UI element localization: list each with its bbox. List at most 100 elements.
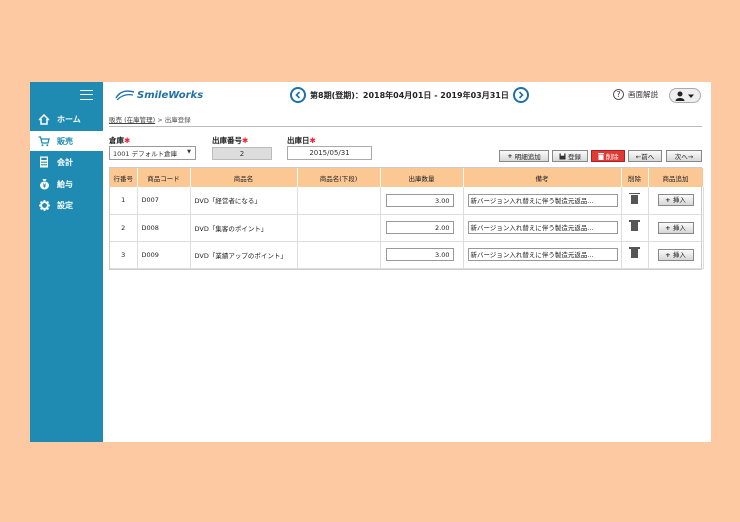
user-menu-button[interactable] <box>669 88 701 103</box>
home-icon <box>38 113 50 125</box>
help-link[interactable]: ? 画面解説 <box>613 89 658 100</box>
header: SmileWorks 第8期(登期)：2018年04月01日 - 2019年03… <box>103 82 711 109</box>
delete-button[interactable]: 削除 <box>591 150 625 162</box>
sidebar-item-settings[interactable]: 設定 <box>30 195 103 215</box>
sidebar-item-accounting[interactable]: 会計 <box>30 152 103 172</box>
shipment-lines-table: 行番号 商品コード 商品名 商品名(下段) 出庫数量 備考 削除 商品追加 1 … <box>109 167 704 270</box>
delete-cell <box>621 241 649 269</box>
note-input[interactable]: 新バージョン入れ替えに伴う製造元返品... <box>467 248 618 261</box>
next-button[interactable]: 次へ→ <box>666 150 702 162</box>
add-line-button[interactable]: + 明細追加 <box>499 150 549 162</box>
calculator-icon <box>38 156 50 168</box>
required-mark: ✱ <box>242 136 249 145</box>
product-code: D007 <box>137 187 191 215</box>
note-input[interactable]: 新バージョン入れ替えに伴う製造元返品... <box>467 221 618 234</box>
trash-icon[interactable] <box>629 247 640 258</box>
insert-button[interactable]: + 挿入 <box>657 248 694 261</box>
money-bag-icon: ¥ <box>38 178 50 190</box>
shipment-number-field: 2 <box>212 147 272 160</box>
product-name-sub <box>297 241 381 269</box>
sidebar-item-label: 設定 <box>57 200 73 210</box>
warehouse-label-text: 倉庫 <box>109 136 124 145</box>
note-cell: 新バージョン入れ替えに伴う製造元返品... <box>463 214 622 242</box>
insert-cell: + 挿入 <box>648 214 704 242</box>
quantity-input[interactable]: 3.00 <box>385 193 454 207</box>
user-icon <box>675 91 694 101</box>
breadcrumb-link[interactable]: 販売 (在庫管理) <box>109 116 155 124</box>
cart-icon <box>38 135 50 147</box>
column-header: 商品名 <box>190 168 298 187</box>
row-number: 1 <box>110 187 138 215</box>
trash-icon[interactable] <box>629 220 640 231</box>
insert-button[interactable]: + 挿入 <box>657 194 694 207</box>
note-input[interactable]: 新バージョン入れ替えに伴う製造元返品... <box>467 193 618 207</box>
sidebar-item-payroll[interactable]: ¥ 給与 <box>30 174 103 194</box>
smileworks-logo[interactable]: SmileWorks <box>115 89 203 101</box>
shipno-label: 出庫番号✱ <box>212 135 248 146</box>
sidebar-item-home[interactable]: ホーム <box>30 109 103 129</box>
quantity-input[interactable]: 3.00 <box>385 248 454 261</box>
warehouse-value: 1001 デフォルト倉庫 <box>113 150 178 158</box>
plus-icon: + <box>507 152 513 160</box>
table-row: 2 D008 DVD「集客のポイント」 2.00 新バージョン入れ替えに伴う製造… <box>110 214 704 242</box>
prev-period-button[interactable] <box>290 87 306 103</box>
insert-cell: + 挿入 <box>648 241 704 269</box>
fiscal-period-nav: 第8期(登期)：2018年04月01日 - 2019年03月31日 <box>290 87 529 103</box>
insert-label: 挿入 <box>672 250 686 259</box>
help-label: 画面解説 <box>628 90 658 99</box>
menu-toggle-icon[interactable] <box>80 90 93 100</box>
divider <box>109 126 702 127</box>
ship-date-field[interactable]: 2015/05/31 <box>287 146 372 160</box>
save-icon <box>559 153 566 159</box>
quantity-cell: 2.00 <box>380 214 464 242</box>
register-button[interactable]: 登録 <box>552 150 588 162</box>
column-header: 商品名(下段) <box>297 168 381 187</box>
row-number: 3 <box>110 241 138 269</box>
prev-button[interactable]: ←前へ <box>628 150 662 162</box>
delete-cell <box>621 187 649 215</box>
sidebar: ホーム 販売 会計 ¥ 給与 設定 <box>30 82 103 442</box>
next-period-button[interactable] <box>512 87 529 103</box>
row-number: 2 <box>110 214 138 242</box>
app-window: ホーム 販売 会計 ¥ 給与 設定 SmileWorks 第8期(登期)：201… <box>30 82 711 442</box>
sidebar-item-sales[interactable]: 販売 <box>30 131 103 151</box>
question-icon: ? <box>613 89 624 100</box>
product-name-sub <box>297 214 381 242</box>
insert-label: 挿入 <box>672 196 686 205</box>
plus-icon: + <box>665 196 673 205</box>
column-header: 出庫数量 <box>380 168 464 187</box>
breadcrumb-separator: > <box>157 116 163 124</box>
product-name-sub <box>297 187 381 215</box>
warehouse-label: 倉庫✱ <box>109 135 130 146</box>
delete-cell <box>621 214 649 242</box>
caret-down-icon: ▼ <box>187 149 191 155</box>
sidebar-item-label: 給与 <box>57 179 73 189</box>
required-mark: ✱ <box>124 136 131 145</box>
required-mark: ✱ <box>309 136 316 145</box>
note-cell: 新バージョン入れ替えに伴う製造元返品... <box>463 187 622 215</box>
svg-text:¥: ¥ <box>42 184 46 190</box>
quantity-cell: 3.00 <box>380 187 464 215</box>
quantity-input[interactable]: 2.00 <box>385 221 454 234</box>
product-code: D008 <box>137 214 191 242</box>
product-code: D009 <box>137 241 191 269</box>
product-name: DVD「集客のポイント」 <box>190 214 298 242</box>
sidebar-item-label: 会計 <box>57 157 73 167</box>
trash-icon <box>597 152 604 160</box>
insert-cell: + 挿入 <box>648 187 704 215</box>
ship-date-label-text: 出庫日 <box>287 136 310 145</box>
breadcrumb: 販売 (在庫管理) > 出庫登録 <box>109 114 191 124</box>
column-header: 商品追加 <box>648 168 704 187</box>
table-row: 1 D007 DVD「経営者になる」 3.00 新バージョン入れ替えに伴う製造元… <box>110 187 704 215</box>
column-header: 商品コード <box>137 168 191 187</box>
trash-icon[interactable] <box>629 192 640 204</box>
product-name: DVD「経営者になる」 <box>190 187 298 215</box>
quantity-cell: 3.00 <box>380 241 464 269</box>
sidebar-item-label: ホーム <box>57 114 81 124</box>
add-line-label: 明細追加 <box>514 153 541 161</box>
product-name: DVD「業績アップのポイント」 <box>190 241 298 269</box>
table-row: 3 D009 DVD「業績アップのポイント」 3.00 新バージョン入れ替えに伴… <box>110 241 704 269</box>
warehouse-select[interactable]: 1001 デフォルト倉庫 ▼ <box>109 146 196 160</box>
insert-button[interactable]: + 挿入 <box>657 221 694 234</box>
insert-label: 挿入 <box>672 223 686 232</box>
